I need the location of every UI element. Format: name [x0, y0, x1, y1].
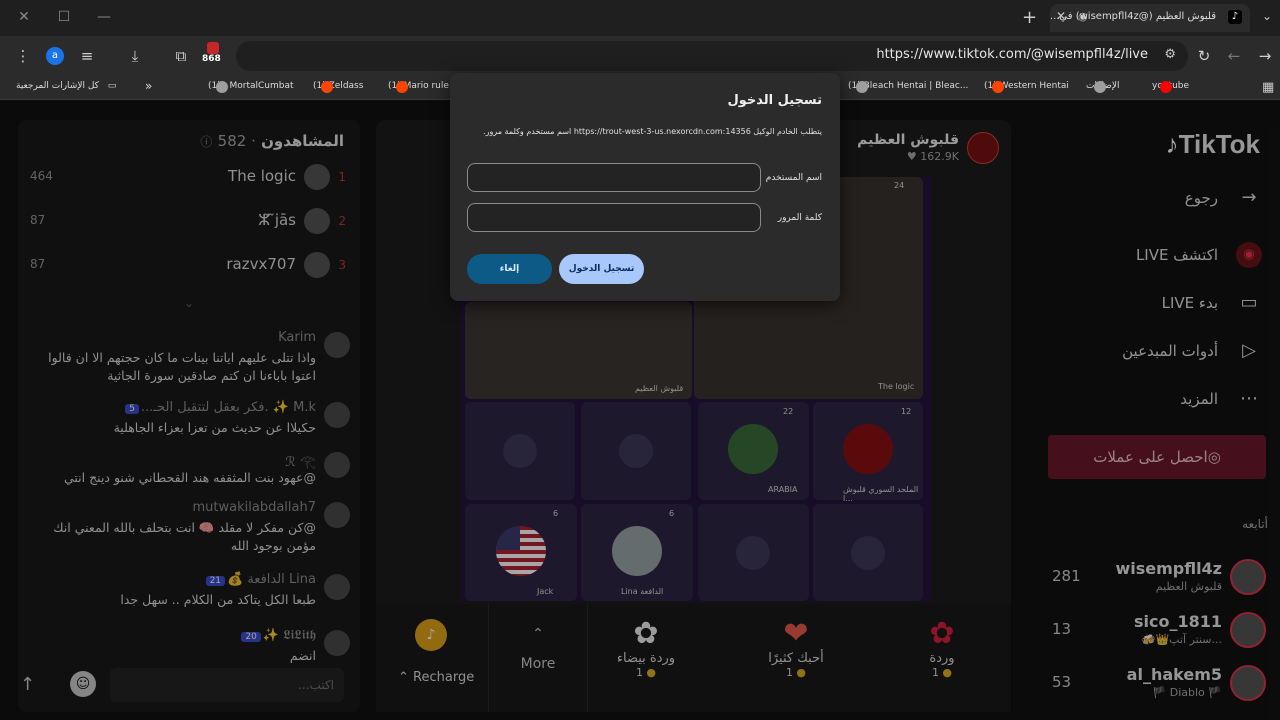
reading-list-icon[interactable]: ≡ — [76, 45, 98, 67]
back-icon[interactable]: → — [1254, 45, 1276, 67]
browser-tab-active[interactable]: ✕ ◉ قلبوش العظيم (@wisempfll4z) في... ♪ — [1050, 4, 1250, 32]
menu-kebab-icon[interactable]: ⋮ — [12, 45, 34, 67]
maximize-window-icon[interactable]: ☐ — [54, 9, 74, 25]
dialog-message: يتطلب الخادم الوكيل https://trout-west-3… — [483, 127, 822, 136]
extension-badge-button[interactable]: 868 — [202, 42, 224, 70]
extension-badge-count: 868 — [202, 54, 221, 64]
folder-icon: ▭ — [107, 81, 117, 91]
globe-icon — [856, 81, 868, 93]
all-bookmarks-button[interactable]: كل الإشارات المرجعية ▭ — [16, 81, 116, 91]
profile-avatar[interactable]: a — [46, 47, 64, 65]
reddit-icon — [396, 81, 408, 93]
globe-icon — [216, 81, 228, 93]
browser-toolbar: ⋮ a ≡ ⤓ ⧉ 868 ☆ ⌕ https://www.tiktok.com… — [0, 36, 1280, 76]
username-label: اسم المستخدم — [765, 173, 822, 183]
password-field[interactable] — [467, 203, 761, 232]
password-label: كلمة المرور — [777, 213, 822, 223]
tab-title: قلبوش العظيم (@wisempfll4z) في... — [1049, 11, 1216, 22]
tiktok-icon: ♪ — [1228, 10, 1242, 24]
minimize-window-icon[interactable]: — — [94, 9, 114, 25]
apps-grid-icon[interactable]: ▦ — [1262, 80, 1274, 95]
browser-titlebar: ✕ ☐ — + ✕ ◉ قلبوش العظيم (@wisempfll4z) … — [0, 0, 1280, 36]
reddit-icon — [992, 81, 1004, 93]
download-icon[interactable]: ⤓ — [124, 45, 146, 67]
bookmarks-overflow-button[interactable]: » — [145, 79, 152, 93]
forward-icon[interactable]: ← — [1223, 45, 1245, 67]
extension-icon — [207, 42, 219, 54]
tab-list-chevron-down-icon[interactable]: ⌄ — [1262, 9, 1272, 23]
new-tab-icon[interactable]: + — [1022, 7, 1037, 28]
site-settings-icon[interactable]: ⚙ — [1164, 47, 1176, 62]
all-bookmarks-label: كل الإشارات المرجعية — [16, 81, 99, 91]
cancel-button[interactable]: إلغاء — [467, 254, 552, 284]
close-window-icon[interactable]: ✕ — [14, 9, 34, 25]
url-text: https://www.tiktok.com/@wisempfll4z/live — [876, 47, 1148, 62]
puzzle-icon — [1094, 81, 1106, 93]
dialog-title: تسجيل الدخول — [727, 93, 822, 108]
extensions-icon[interactable]: ⧉ — [170, 45, 192, 67]
login-button[interactable]: تسجيل الدخول — [559, 254, 644, 284]
address-bar[interactable]: https://www.tiktok.com/@wisempfll4z/live… — [236, 41, 1188, 71]
username-field[interactable] — [467, 163, 761, 192]
reddit-icon — [321, 81, 333, 93]
proxy-login-dialog: تسجيل الدخول يتطلب الخادم الوكيل https:/… — [450, 73, 840, 301]
reload-icon[interactable]: ↻ — [1193, 45, 1215, 67]
youtube-icon — [1160, 81, 1172, 93]
